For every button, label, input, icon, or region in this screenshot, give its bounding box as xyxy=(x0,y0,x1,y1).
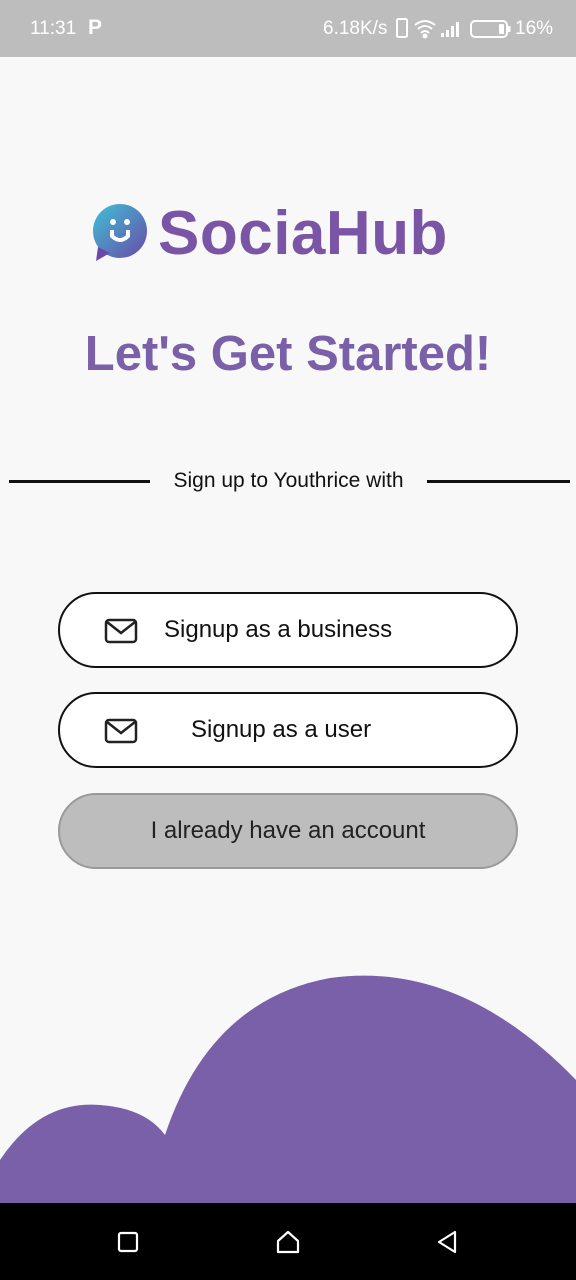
mail-icon xyxy=(104,718,138,744)
divider-line-left xyxy=(9,480,150,483)
network-speed: 6.18K/s xyxy=(323,18,388,39)
decorative-wave xyxy=(0,975,576,1204)
wifi-icon xyxy=(414,20,436,39)
battery-icon xyxy=(470,20,511,38)
status-bar: 11:31 P 6.18K/s 16% xyxy=(0,0,576,57)
divider-line-right xyxy=(427,480,570,483)
existing-account-label: I already have an account xyxy=(150,817,426,844)
signup-business-label: Signup as a business xyxy=(164,616,393,643)
status-time: 11:31 xyxy=(30,18,77,39)
signup-divider: Sign up to Youthrice with xyxy=(9,466,570,496)
status-icons xyxy=(396,18,511,39)
signup-user-label: Signup as a user xyxy=(191,716,372,743)
notification-icon: P xyxy=(88,16,103,39)
logo-text: SociaHub xyxy=(158,199,448,268)
signal-icon xyxy=(441,22,459,37)
navigation-bar xyxy=(0,1203,576,1280)
home-icon[interactable] xyxy=(273,1227,303,1257)
divider-text: Sign up to Youthrice with xyxy=(173,469,404,492)
signup-user-button[interactable]: Signup as a user xyxy=(58,692,518,768)
app-logo: SociaHub xyxy=(92,199,492,270)
phone-icon xyxy=(396,18,408,38)
existing-account-button[interactable]: I already have an account xyxy=(58,793,518,869)
recent-apps-icon[interactable] xyxy=(113,1227,143,1257)
battery-percent: 16% xyxy=(515,18,554,39)
chat-bubble-logo-icon xyxy=(93,204,147,261)
signup-business-button[interactable]: Signup as a business xyxy=(58,592,518,668)
mail-icon xyxy=(104,618,138,644)
back-icon[interactable] xyxy=(433,1227,463,1257)
page-title: Let's Get Started! xyxy=(84,327,492,381)
